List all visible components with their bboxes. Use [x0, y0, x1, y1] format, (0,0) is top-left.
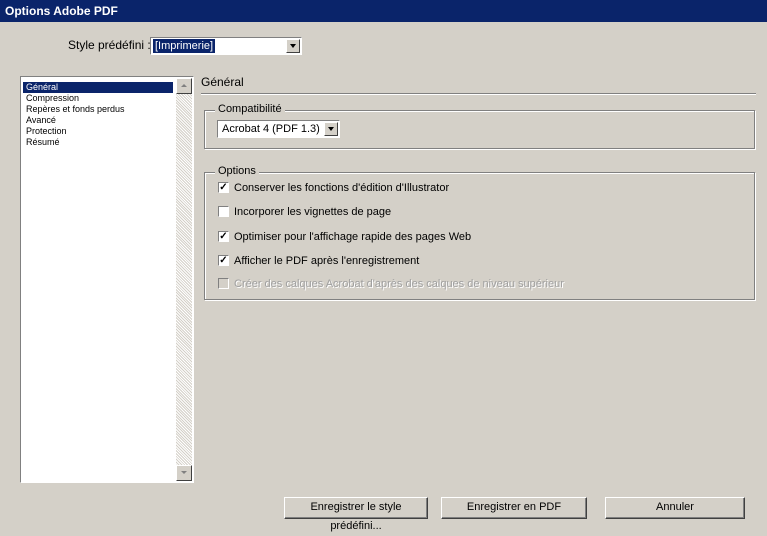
list-scrollbar[interactable] [176, 78, 192, 481]
checkbox-preserve-editing[interactable]: ✓ [218, 182, 229, 193]
sidebar-item-advanced[interactable]: Avancé [23, 115, 173, 126]
sidebar-item-summary[interactable]: Résumé [23, 137, 173, 148]
compatibility-dropdown[interactable]: Acrobat 4 (PDF 1.3) [217, 120, 340, 138]
sidebar-item-protection[interactable]: Protection [23, 126, 173, 137]
scroll-down-icon[interactable] [176, 465, 192, 481]
checkbox-embed-thumbnails[interactable] [218, 206, 229, 217]
option-label: Conserver les fonctions d'édition d'Illu… [234, 182, 450, 194]
cancel-button[interactable]: Annuler [605, 497, 745, 519]
option-label: Incorporer les vignettes de page [234, 206, 392, 218]
sidebar-item-general[interactable]: Général [23, 82, 173, 93]
checkbox-create-acrobat-layers [218, 278, 229, 289]
checkbox-fast-web-view[interactable]: ✓ [218, 231, 229, 242]
category-list[interactable]: Général Compression Repères et fonds per… [20, 76, 194, 483]
options-legend: Options [215, 165, 259, 177]
sidebar-item-marks-bleeds[interactable]: Repères et fonds perdus [23, 104, 173, 115]
title-divider [201, 93, 756, 95]
scroll-up-icon[interactable] [176, 78, 192, 94]
save-preset-button[interactable]: Enregistrer le style prédéfini... [284, 497, 428, 532]
chevron-down-icon[interactable] [324, 122, 338, 136]
sidebar-item-compression[interactable]: Compression [23, 93, 173, 104]
compatibility-legend: Compatibilité [215, 103, 285, 115]
chevron-down-icon[interactable] [286, 39, 300, 53]
preset-value: [Imprimerie] [153, 39, 216, 53]
panel-title: Général [201, 75, 244, 89]
option-label: Créer des calques Acrobat d'après des ca… [234, 278, 564, 290]
window-title-bar[interactable]: Options Adobe PDF [0, 0, 767, 22]
window-title: Options Adobe PDF [5, 4, 118, 18]
option-label: Optimiser pour l'affichage rapide des pa… [234, 231, 472, 243]
preset-dropdown[interactable]: [Imprimerie] [150, 37, 302, 55]
option-label: Afficher le PDF après l'enregistrement [234, 255, 420, 267]
checkbox-view-pdf-after-save[interactable]: ✓ [218, 255, 229, 266]
preset-label: Style prédéfini : [68, 38, 151, 52]
compatibility-value: Acrobat 4 (PDF 1.3) [222, 123, 320, 135]
save-pdf-button[interactable]: Enregistrer en PDF [441, 497, 587, 519]
